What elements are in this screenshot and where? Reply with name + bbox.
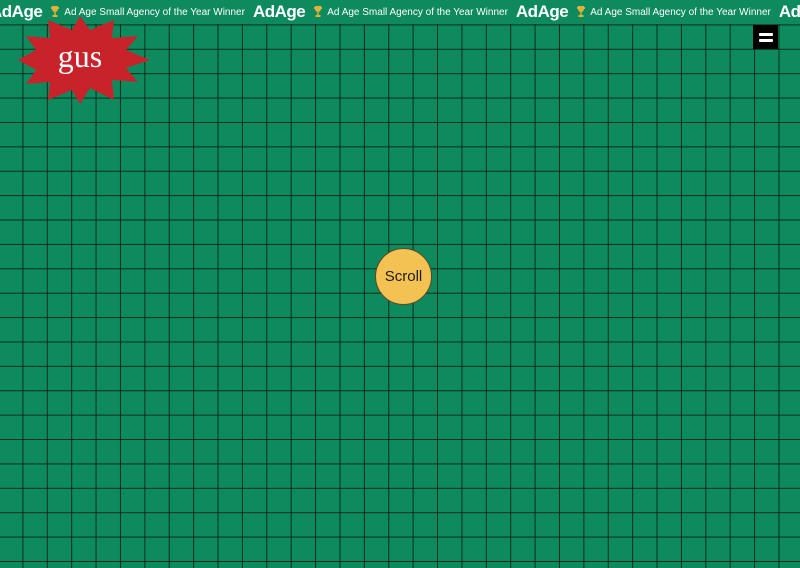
scroll-button[interactable]: Scroll — [375, 248, 432, 305]
trophy-icon — [577, 6, 586, 17]
adage-logo: AdAge — [778, 2, 800, 21]
ticker-item: AdAge — [779, 0, 800, 24]
trophy-icon — [314, 6, 323, 17]
ticker-item: AdAge Ad Age Small Agency of the Year Wi… — [516, 0, 779, 24]
hamburger-menu-icon-bar — [758, 38, 773, 42]
ticker-text: Ad Age Small Agency of the Year Winner — [590, 6, 771, 18]
hamburger-menu-icon — [758, 32, 773, 36]
gus-logo[interactable]: gus — [18, 16, 152, 104]
logo-text: gus — [57, 37, 103, 74]
ticker-item: AdAge Ad Age Small Agency of the Year Wi… — [253, 0, 516, 24]
ticker-text: Ad Age Small Agency of the Year Winner — [327, 6, 508, 18]
menu-button[interactable] — [753, 25, 778, 49]
adage-logo: AdAge — [515, 2, 569, 21]
adage-logo: AdAge — [252, 2, 306, 21]
